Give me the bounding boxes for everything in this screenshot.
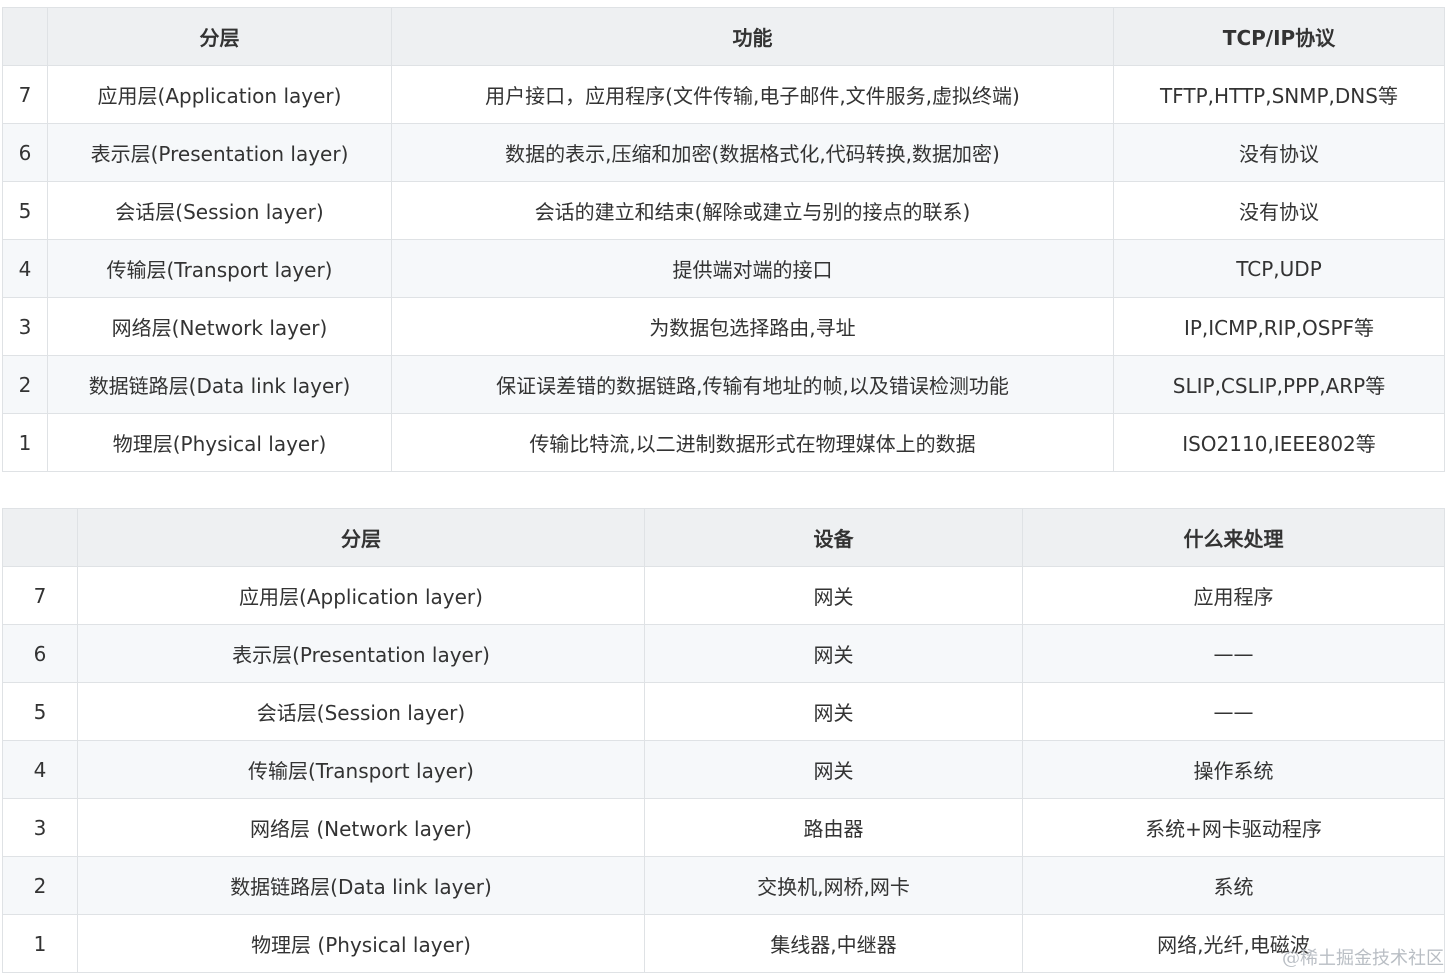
cell-protocol: SLIP,CSLIP,PPP,ARP等 xyxy=(1113,355,1445,414)
cell-layer: 应用层(Application layer) xyxy=(77,566,645,625)
cell-index: 4 xyxy=(2,740,78,799)
table-row: 6 表示层(Presentation layer) 网关 —— xyxy=(2,624,1445,683)
cell-function: 传输比特流,以二进制数据形式在物理媒体上的数据 xyxy=(391,413,1114,472)
cell-function: 提供端对端的接口 xyxy=(391,239,1114,298)
header-handler: 什么来处理 xyxy=(1022,508,1445,567)
cell-layer: 传输层(Transport layer) xyxy=(77,740,645,799)
table-row: 3 网络层(Network layer) 为数据包选择路由,寻址 IP,ICMP… xyxy=(2,297,1445,356)
cell-protocol: TFTP,HTTP,SNMP,DNS等 xyxy=(1113,65,1445,124)
table-row: 4 传输层(Transport layer) 提供端对端的接口 TCP,UDP xyxy=(2,239,1445,298)
cell-handler: —— xyxy=(1022,624,1445,683)
cell-index: 3 xyxy=(2,798,78,857)
cell-function: 保证误差错的数据链路,传输有地址的帧,以及错误检测功能 xyxy=(391,355,1114,414)
cell-index: 2 xyxy=(2,856,78,915)
cell-handler: 系统+网卡驱动程序 xyxy=(1022,798,1445,857)
cell-layer: 应用层(Application layer) xyxy=(47,65,392,124)
cell-index: 7 xyxy=(2,566,78,625)
table-row: 1 物理层(Physical layer) 传输比特流,以二进制数据形式在物理媒… xyxy=(2,413,1445,472)
cell-layer: 数据链路层(Data link layer) xyxy=(47,355,392,414)
cell-index: 6 xyxy=(2,624,78,683)
table-row: 7 应用层(Application layer) 网关 应用程序 xyxy=(2,566,1445,625)
cell-handler: —— xyxy=(1022,682,1445,741)
table-row: 7 应用层(Application layer) 用户接口，应用程序(文件传输,… xyxy=(2,65,1445,124)
cell-index: 5 xyxy=(2,682,78,741)
cell-layer: 物理层 (Physical layer) xyxy=(77,914,645,973)
cell-device: 网关 xyxy=(644,624,1023,683)
cell-index: 2 xyxy=(2,355,48,414)
cell-index: 1 xyxy=(2,413,48,472)
cell-layer: 表示层(Presentation layer) xyxy=(77,624,645,683)
table-row: 5 会话层(Session layer) 会话的建立和结束(解除或建立与别的接点… xyxy=(2,181,1445,240)
cell-index: 1 xyxy=(2,914,78,973)
cell-handler: 系统 xyxy=(1022,856,1445,915)
cell-function: 会话的建立和结束(解除或建立与别的接点的联系) xyxy=(391,181,1114,240)
cell-index: 6 xyxy=(2,123,48,182)
cell-function: 用户接口，应用程序(文件传输,电子邮件,文件服务,虚拟终端) xyxy=(391,65,1114,124)
cell-function: 数据的表示,压缩和加密(数据格式化,代码转换,数据加密) xyxy=(391,123,1114,182)
cell-index: 7 xyxy=(2,65,48,124)
cell-device: 网关 xyxy=(644,682,1023,741)
header-layer: 分层 xyxy=(77,508,645,567)
cell-device: 路由器 xyxy=(644,798,1023,857)
cell-layer: 物理层(Physical layer) xyxy=(47,413,392,472)
table-row: 3 网络层 (Network layer) 路由器 系统+网卡驱动程序 xyxy=(2,798,1445,857)
table-row: 6 表示层(Presentation layer) 数据的表示,压缩和加密(数据… xyxy=(2,123,1445,182)
cell-index: 5 xyxy=(2,181,48,240)
osi-protocol-table: 分层 功能 TCP/IP协议 7 应用层(Application layer) … xyxy=(2,7,1445,472)
header-device: 设备 xyxy=(644,508,1023,567)
cell-layer: 网络层(Network layer) xyxy=(47,297,392,356)
table-row: 2 数据链路层(Data link layer) 保证误差错的数据链路,传输有地… xyxy=(2,355,1445,414)
header-protocol: TCP/IP协议 xyxy=(1113,7,1445,66)
table-header-row: 分层 设备 什么来处理 xyxy=(2,508,1445,567)
cell-device: 网关 xyxy=(644,566,1023,625)
cell-protocol: 没有协议 xyxy=(1113,181,1445,240)
cell-protocol: 没有协议 xyxy=(1113,123,1445,182)
table-header-row: 分层 功能 TCP/IP协议 xyxy=(2,7,1445,66)
cell-protocol: TCP,UDP xyxy=(1113,239,1445,298)
table-row: 4 传输层(Transport layer) 网关 操作系统 xyxy=(2,740,1445,799)
cell-handler: 操作系统 xyxy=(1022,740,1445,799)
table-row: 5 会话层(Session layer) 网关 —— xyxy=(2,682,1445,741)
cell-layer: 会话层(Session layer) xyxy=(47,181,392,240)
cell-layer: 会话层(Session layer) xyxy=(77,682,645,741)
cell-layer: 表示层(Presentation layer) xyxy=(47,123,392,182)
cell-protocol: ISO2110,IEEE802等 xyxy=(1113,413,1445,472)
header-function: 功能 xyxy=(391,7,1114,66)
osi-device-table: 分层 设备 什么来处理 7 应用层(Application layer) 网关 … xyxy=(2,508,1445,973)
cell-layer: 数据链路层(Data link layer) xyxy=(77,856,645,915)
cell-device: 网关 xyxy=(644,740,1023,799)
cell-device: 交换机,网桥,网卡 xyxy=(644,856,1023,915)
cell-handler: 应用程序 xyxy=(1022,566,1445,625)
cell-protocol: IP,ICMP,RIP,OSPF等 xyxy=(1113,297,1445,356)
cell-function: 为数据包选择路由,寻址 xyxy=(391,297,1114,356)
cell-index: 4 xyxy=(2,239,48,298)
watermark: @稀土掘金技术社区 xyxy=(1282,948,1444,969)
cell-index: 3 xyxy=(2,297,48,356)
header-index xyxy=(2,7,48,66)
cell-device: 集线器,中继器 xyxy=(644,914,1023,973)
table-row: 2 数据链路层(Data link layer) 交换机,网桥,网卡 系统 xyxy=(2,856,1445,915)
cell-layer: 传输层(Transport layer) xyxy=(47,239,392,298)
header-layer: 分层 xyxy=(47,7,392,66)
cell-layer: 网络层 (Network layer) xyxy=(77,798,645,857)
header-index xyxy=(2,508,78,567)
table-row: 1 物理层 (Physical layer) 集线器,中继器 网络,光纤,电磁波 xyxy=(2,914,1445,973)
